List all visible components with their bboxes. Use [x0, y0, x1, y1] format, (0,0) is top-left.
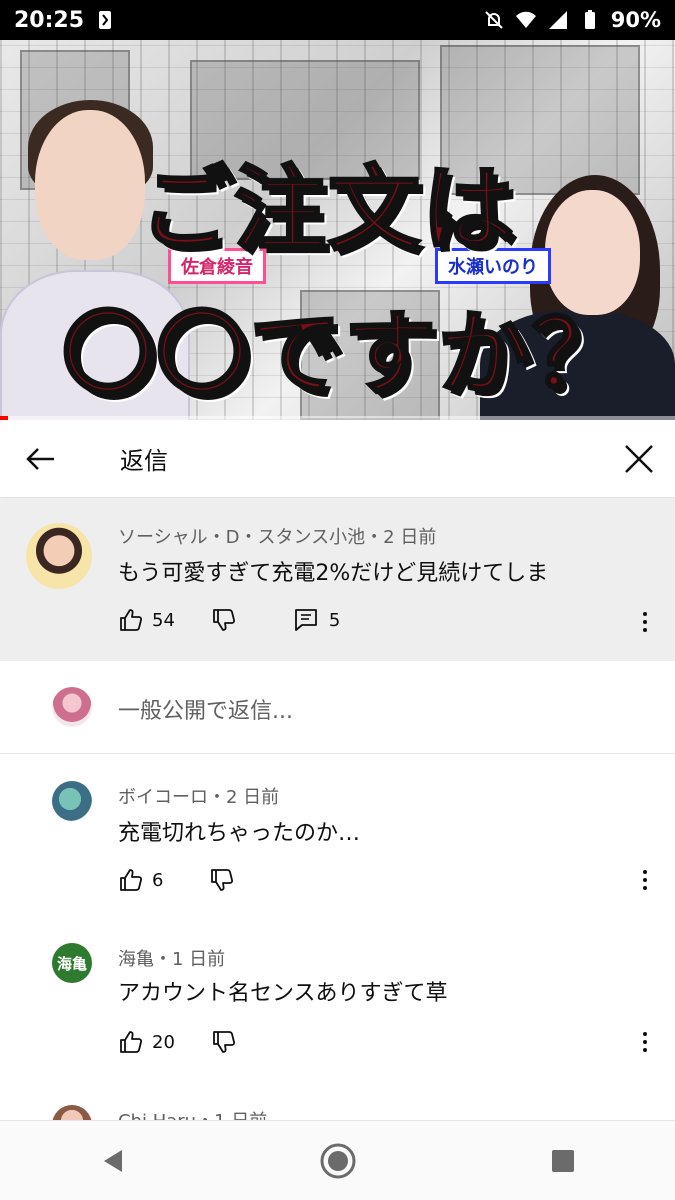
comment-text: アカウント名センスありすぎて草 [118, 981, 448, 1006]
close-button[interactable] [603, 420, 675, 498]
replies-header: 返信 [0, 420, 675, 498]
system-nav-bar [0, 1120, 675, 1200]
reply-comment: 海亀 海亀・1 日前 アカウント名センスありすぎて草 20 [0, 917, 675, 1079]
reply-button[interactable]: 5 [293, 607, 340, 633]
user-avatar [52, 687, 92, 727]
more-options-icon[interactable] [633, 1027, 657, 1057]
comment-text: 充電切れちゃったのか… [118, 821, 361, 846]
like-count: 6 [152, 869, 164, 891]
comment-actions: 20 [118, 1029, 237, 1055]
comment-text: もう可愛すぎて充電2%だけど見続けてしま [118, 561, 549, 586]
like-button[interactable]: 6 [118, 867, 163, 893]
video-player[interactable]: 佐倉綾音 水瀬いのり ご注文は 〇〇ですか？ [0, 40, 675, 420]
status-time: 20:25 [14, 7, 85, 33]
avatar[interactable]: 海亀 [52, 943, 92, 983]
nav-recents-button[interactable] [533, 1131, 593, 1191]
like-count: 20 [152, 1031, 175, 1053]
like-button[interactable]: 54 [118, 607, 175, 633]
comment-actions: 6 [118, 867, 235, 893]
avatar[interactable] [52, 781, 92, 821]
reply-input-row: 一般公開で返信... [0, 662, 675, 754]
comment-icon [295, 609, 317, 631]
reply-count: 5 [328, 609, 341, 631]
avatar[interactable] [26, 523, 92, 589]
video-title-line1: ご注文は [138, 155, 517, 265]
signal-icon [548, 11, 567, 29]
mute-bell-icon [485, 11, 503, 29]
dislike-button[interactable] [209, 867, 235, 893]
battery-percent: 90% [610, 8, 661, 32]
nav-back-button[interactable] [83, 1131, 143, 1191]
thumbs-down-icon [213, 609, 235, 631]
reply-input[interactable]: 一般公開で返信... [118, 693, 293, 725]
wifi-icon [515, 11, 536, 28]
like-count: 54 [152, 609, 175, 631]
square-recents-icon [551, 1149, 574, 1172]
reply-comment: Chi Haru・1 日前 [0, 1079, 675, 1120]
reply-comment: ボイコーロ・2 日前 充電切れちゃったのか… 6 [0, 755, 675, 917]
thumbs-up-icon [120, 609, 143, 631]
more-options-icon[interactable] [633, 865, 657, 895]
comment-author-meta[interactable]: Chi Haru・1 日前 [118, 1107, 267, 1120]
close-icon [625, 444, 653, 473]
back-arrow-icon [26, 447, 54, 470]
more-options-icon[interactable] [633, 607, 657, 637]
status-bar: 20:25 90% [0, 0, 675, 40]
battery-icon [584, 10, 595, 29]
comment-author-meta[interactable]: 海亀・1 日前 [118, 945, 225, 971]
person-left-face [35, 110, 145, 260]
back-button[interactable] [0, 420, 80, 498]
circle-home-icon [320, 1143, 355, 1178]
avatar[interactable] [52, 1105, 92, 1120]
thumbs-down-icon [211, 869, 234, 891]
video-title-line2: 〇〇ですか？ [60, 300, 627, 410]
comment-author-meta[interactable]: ソーシャル・D・スタンス小池・2 日前 [118, 523, 436, 549]
parent-comment: ソーシャル・D・スタンス小池・2 日前 もう可愛すぎて充電2%だけど見続けてしま… [0, 499, 675, 661]
thumbs-down-icon [213, 1031, 235, 1053]
thumbs-up-icon [120, 1031, 143, 1053]
dislike-button[interactable] [211, 1029, 237, 1055]
triangle-back-icon [103, 1149, 122, 1172]
notification-icon [99, 11, 112, 29]
like-button[interactable]: 20 [118, 1029, 175, 1055]
comment-author-meta[interactable]: ボイコーロ・2 日前 [118, 783, 279, 809]
comment-actions: 54 5 [118, 607, 340, 633]
thumbs-up-icon [120, 869, 143, 891]
dislike-button[interactable] [211, 607, 237, 633]
nav-home-button[interactable] [308, 1131, 368, 1191]
header-title: 返信 [120, 447, 168, 475]
